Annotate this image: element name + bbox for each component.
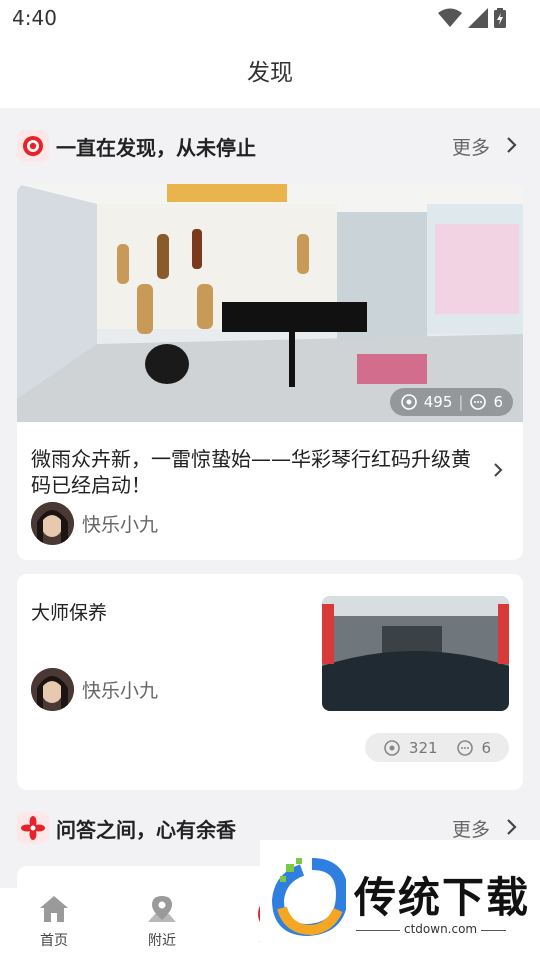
article-title[interactable]: 微雨众卉新，一雷惊蛰始——华彩琴行红码升级黄码已经启动！ <box>31 446 481 498</box>
stats-pill: 495 | 6 <box>389 388 513 416</box>
discover-icon <box>17 130 49 162</box>
avatar[interactable] <box>31 668 74 711</box>
article-card[interactable]: 495 | 6 微雨众卉新，一雷惊蛰始——华彩琴行红码升级黄码已经启动！ 快乐小… <box>17 184 523 560</box>
comment-count: 6 <box>481 738 492 757</box>
author-name: 快乐小九 <box>82 680 159 702</box>
flower-icon <box>17 812 49 844</box>
section-title: 一直在发现，从未停止 <box>56 136 256 160</box>
section-discover-header: 一直在发现，从未停止 更多 <box>0 116 540 176</box>
section-title: 问答之间，心有余香 <box>56 818 236 842</box>
article-title[interactable]: 大师保养 <box>31 598 107 625</box>
status-icons <box>438 8 506 28</box>
article-card[interactable]: 大师保养 快乐小九 321 6 <box>17 574 523 790</box>
tab-label: 首页 <box>40 933 68 949</box>
view-count: 495 <box>423 393 453 411</box>
location-icon <box>148 896 176 922</box>
page-title: 发现 <box>247 60 293 86</box>
more-link[interactable]: 更多 <box>452 815 490 842</box>
eye-icon <box>400 394 417 410</box>
comment-icon <box>456 739 473 756</box>
wifi-icon <box>438 8 462 27</box>
comment-icon <box>470 394 487 410</box>
tab-label: 附近 <box>148 933 176 949</box>
more-link[interactable]: 更多 <box>452 133 490 160</box>
status-bar: 4:40 <box>0 0 540 38</box>
author-name: 快乐小九 <box>82 514 159 536</box>
watermark-text: 传统下载 <box>354 873 531 922</box>
article-photo[interactable] <box>17 184 523 422</box>
watermark: 传统下载 ctdown.com <box>260 840 540 960</box>
stats-pill: 321 6 <box>365 733 509 762</box>
article-thumbnail[interactable] <box>322 596 509 711</box>
tab-nearby[interactable]: 附近 <box>122 894 202 950</box>
view-count: 321 <box>408 738 438 757</box>
author-row[interactable]: 快乐小九 <box>31 668 158 711</box>
signal-icon <box>468 8 488 28</box>
watermark-url: ctdown.com <box>400 922 482 936</box>
title-bar: 发现 <box>0 38 540 108</box>
author-row[interactable]: 快乐小九 <box>31 502 158 545</box>
tab-home[interactable]: 首页 <box>14 894 94 950</box>
watermark-logo-icon <box>272 858 346 936</box>
chevron-right-icon[interactable] <box>506 136 518 154</box>
comment-count: 6 <box>493 393 503 411</box>
eye-icon <box>384 739 400 756</box>
chevron-right-icon[interactable] <box>493 462 503 478</box>
status-time: 4:40 <box>12 6 57 30</box>
chevron-right-icon[interactable] <box>506 818 518 836</box>
battery-icon <box>494 8 506 28</box>
avatar[interactable] <box>31 502 74 545</box>
home-icon <box>40 896 68 922</box>
